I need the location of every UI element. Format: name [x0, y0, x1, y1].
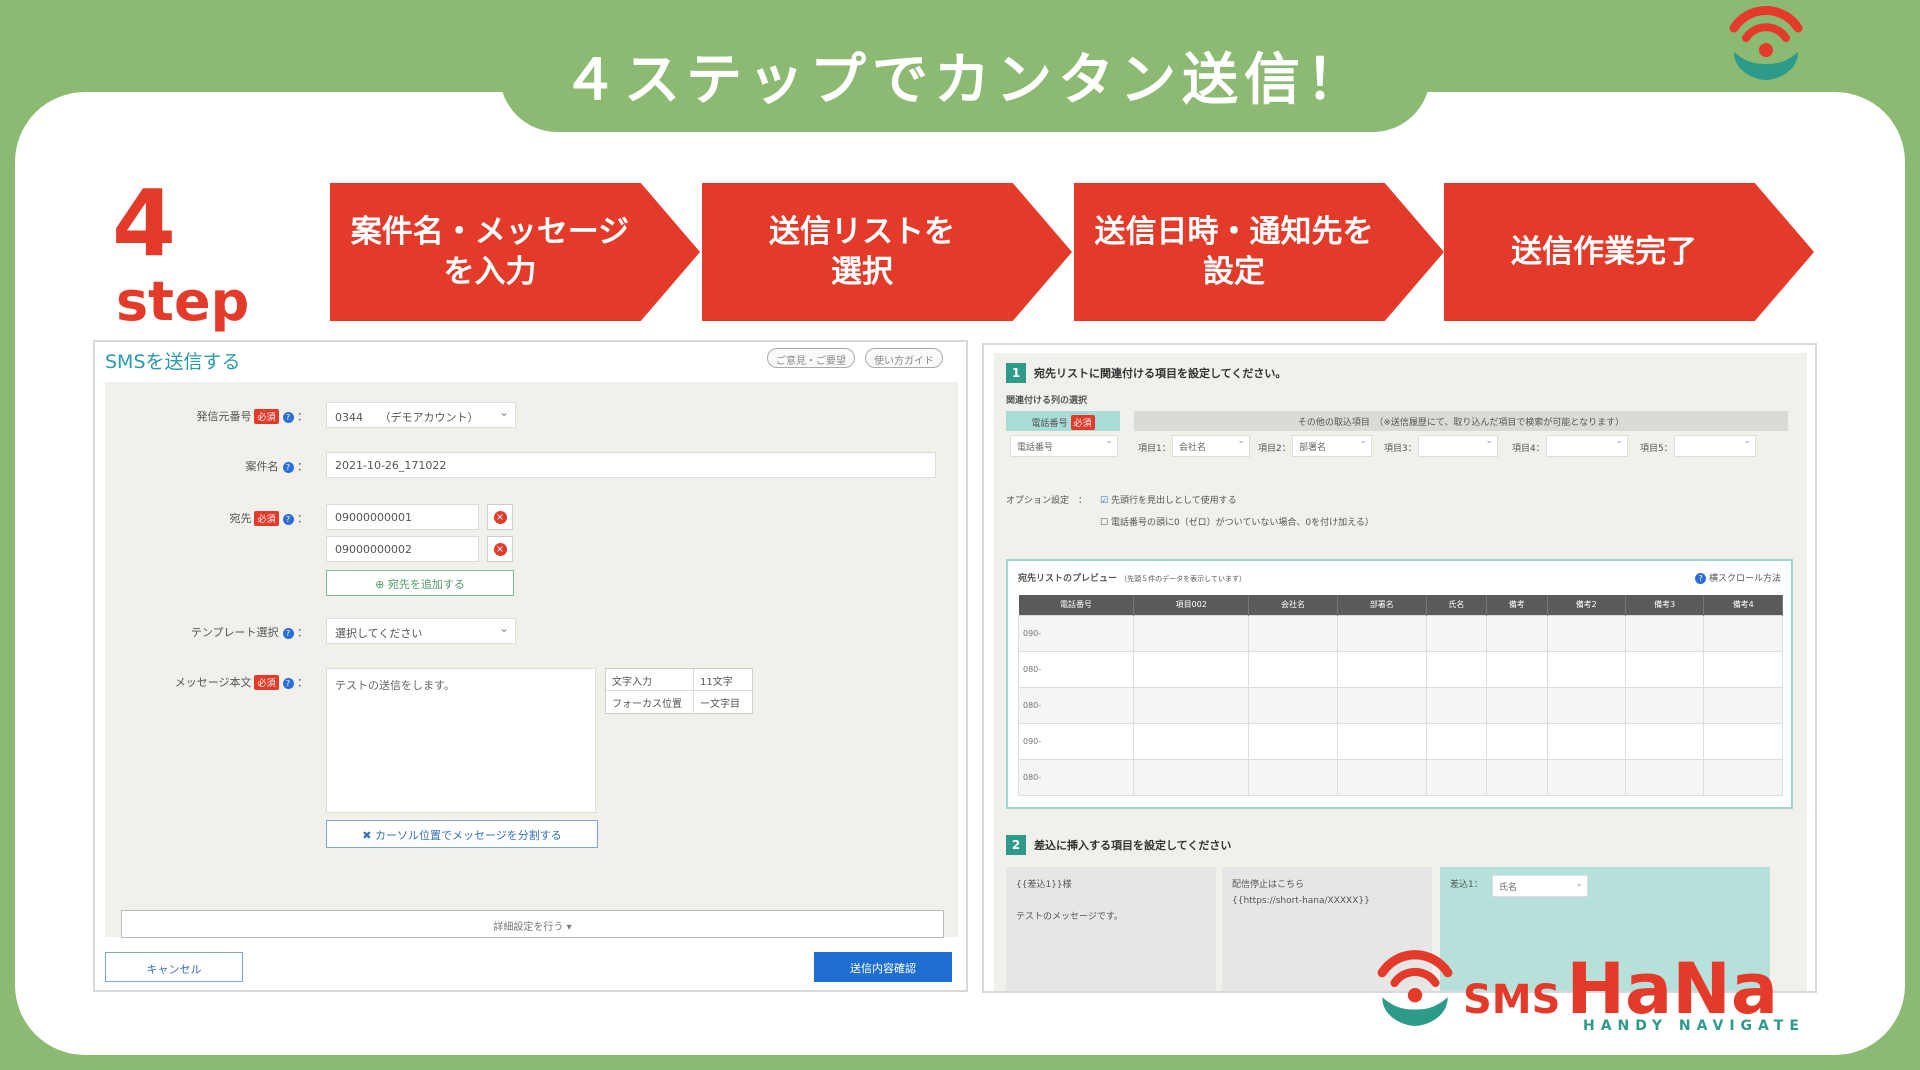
option-label: オプション設定 ：: [1006, 496, 1088, 506]
add-recipient-button[interactable]: ⊕ 宛先を追加する: [326, 570, 514, 596]
list-preview: 宛先リストのプレビュー （先頭５件のデータを表示しています） ? 横スクロール方…: [1006, 559, 1793, 809]
sender-select[interactable]: 0344 （デモアカウント）: [326, 402, 516, 428]
template-select[interactable]: 選択してください: [326, 618, 516, 644]
help-icon[interactable]: ?: [282, 514, 294, 525]
field1-select[interactable]: 会社名: [1172, 435, 1250, 457]
table-header-row: 電話番号 項目002 会社名 部署名 氏名 備考 備考2 備考3 備考4: [1018, 595, 1783, 615]
step-word: step: [116, 270, 250, 333]
form-body: 発信元番号必須? ： 0344 （デモアカウント） 案件名? ： 2021-10…: [105, 382, 958, 938]
char-counter: 文字入力 11文字 フォーカス位置 ー文字目: [605, 668, 753, 714]
required-badge: 必須: [254, 409, 279, 424]
field5-select[interactable]: [1674, 435, 1756, 457]
confirm-button[interactable]: 送信内容確認: [814, 952, 952, 982]
remove-recipient-button[interactable]: ×: [487, 536, 513, 562]
field4-select[interactable]: [1546, 435, 1628, 457]
sms-send-panel: SMSを送信する ご意見・ご要望 使い方ガイド 発信元番号 必須? ： 0344 …: [93, 340, 968, 992]
recipient-label: 宛先: [229, 512, 252, 525]
remove-recipient-button[interactable]: ×: [487, 504, 513, 530]
recipient-input-2[interactable]: 09000000002: [326, 536, 479, 562]
table-row: 090-: [1017, 722, 1783, 760]
close-icon: ×: [493, 510, 507, 524]
section-number: 2: [1006, 835, 1026, 855]
split-message-button[interactable]: ✖ カーソル位置でメッセージを分割する: [326, 820, 598, 848]
step-arrows: 案件名・メッセージ を入力 送信リストを 選択 送信日時・通知先を 設定 送信作…: [330, 183, 1815, 321]
template-label: テンプレート選択: [190, 626, 279, 639]
insert-label: 差込1：: [1450, 880, 1483, 890]
brand-mark-icon: [1377, 950, 1453, 1026]
logo-sms: SMS: [1463, 977, 1561, 1023]
subject-label: 案件名: [245, 460, 279, 473]
table-row: 090-: [1017, 614, 1783, 652]
column-select-label: 関連付ける列の選択: [1006, 396, 1088, 406]
recipient-input-1[interactable]: 09000000001: [326, 504, 479, 530]
section2-header: 2 差込に挿入する項目を設定してください: [1006, 835, 1231, 855]
brand-mark-icon: [1729, 6, 1803, 80]
feedback-button[interactable]: ご意見・ご要望: [767, 348, 855, 368]
help-icon[interactable]: ?: [282, 678, 294, 689]
step-arrow-1: 案件名・メッセージ を入力: [330, 183, 700, 321]
help-icon[interactable]: ?: [282, 412, 294, 423]
scroll-hint-link[interactable]: ? 横スクロール方法: [1691, 571, 1781, 584]
table-row: 080-: [1017, 758, 1783, 796]
step-label-1: 案件名・メッセージ を入力: [350, 214, 630, 290]
checkbox-empty-icon: ☐: [1100, 518, 1109, 528]
step-label-2: 送信リストを 選択: [769, 214, 955, 290]
field2-select[interactable]: 部署名: [1292, 435, 1372, 457]
option-zero-checkbox[interactable]: ☐ 電話番号の頭に0（ゼロ）がついていない場合、0を付け加える）: [1100, 515, 1374, 528]
list-settings-body: 1 宛先リストに関連付ける項目を設定してください。 関連付ける列の選択 電話番号必…: [994, 353, 1807, 991]
help-icon: ?: [1695, 573, 1707, 584]
step-label-4: 送信作業完了: [1511, 234, 1697, 270]
insert-preview-box-1: {{差込1}}様 テストのメッセージです。: [1006, 867, 1216, 991]
step-arrow-2: 送信リストを 選択: [702, 183, 1072, 321]
cancel-button[interactable]: キャンセル: [105, 952, 243, 982]
help-icon[interactable]: ?: [282, 628, 294, 639]
field3-select[interactable]: [1418, 435, 1498, 457]
checkbox-checked-icon: ☑: [1100, 496, 1109, 506]
sms-hana-logo: SMSHaNa HANDY NAVIGATE: [1373, 940, 1799, 1040]
message-label: メッセージ本文: [174, 676, 252, 689]
preview-table: 電話番号 項目002 会社名 部署名 氏名 備考 備考2 備考3 備考4 090…: [1017, 595, 1783, 796]
required-badge: 必須: [254, 511, 279, 526]
split-message-label: カーソル位置でメッセージを分割する: [374, 829, 562, 842]
banner-title: ４ステップでカンタン送信！: [562, 47, 1368, 113]
step-number: 4: [112, 170, 177, 277]
phone-column-header: 電話番号 必須: [1006, 411, 1120, 431]
message-textarea[interactable]: テストの送信をします。: [326, 668, 596, 813]
other-columns-header: その他の取込項目 （※送信履歴にて、取り込んだ項目で検索が可能となります）: [1134, 411, 1788, 431]
panel-title: SMSを送信する: [105, 351, 241, 373]
title-banner: ４ステップでカンタン送信！: [500, 18, 1430, 132]
required-badge: 必須: [254, 675, 279, 690]
guide-button[interactable]: 使い方ガイド: [865, 348, 943, 368]
add-recipient-label: 宛先を追加する: [387, 578, 465, 591]
section1-header: 1 宛先リストに関連付ける項目を設定してください。: [1006, 363, 1286, 383]
close-icon: ×: [493, 542, 507, 556]
logo-tagline: HANDY NAVIGATE: [1583, 1018, 1805, 1034]
step-arrow-3: 送信日時・通知先を 設定: [1074, 183, 1444, 321]
step-label-3: 送信日時・通知先を 設定: [1094, 214, 1374, 290]
option-header-checkbox[interactable]: ☑ 先頭行を見出しとして使用する: [1100, 493, 1237, 506]
detail-settings-toggle[interactable]: 詳細設定を行う ▾: [121, 910, 944, 938]
preview-title: 宛先リストのプレビュー （先頭５件のデータを表示しています）: [1018, 574, 1246, 584]
phone-column-select[interactable]: 電話番号: [1010, 435, 1118, 457]
sender-label: 発信元番号: [196, 410, 252, 423]
help-icon[interactable]: ?: [282, 462, 294, 473]
insert-select[interactable]: 氏名: [1492, 875, 1588, 897]
table-row: 080-: [1017, 686, 1783, 724]
subject-input[interactable]: 2021-10-26_171022: [326, 452, 936, 478]
step-arrow-4: 送信作業完了: [1444, 183, 1814, 321]
section-number: 1: [1006, 363, 1026, 383]
list-settings-panel: 1 宛先リストに関連付ける項目を設定してください。 関連付ける列の選択 電話番号必…: [982, 343, 1817, 993]
table-row: 080-: [1017, 650, 1783, 688]
